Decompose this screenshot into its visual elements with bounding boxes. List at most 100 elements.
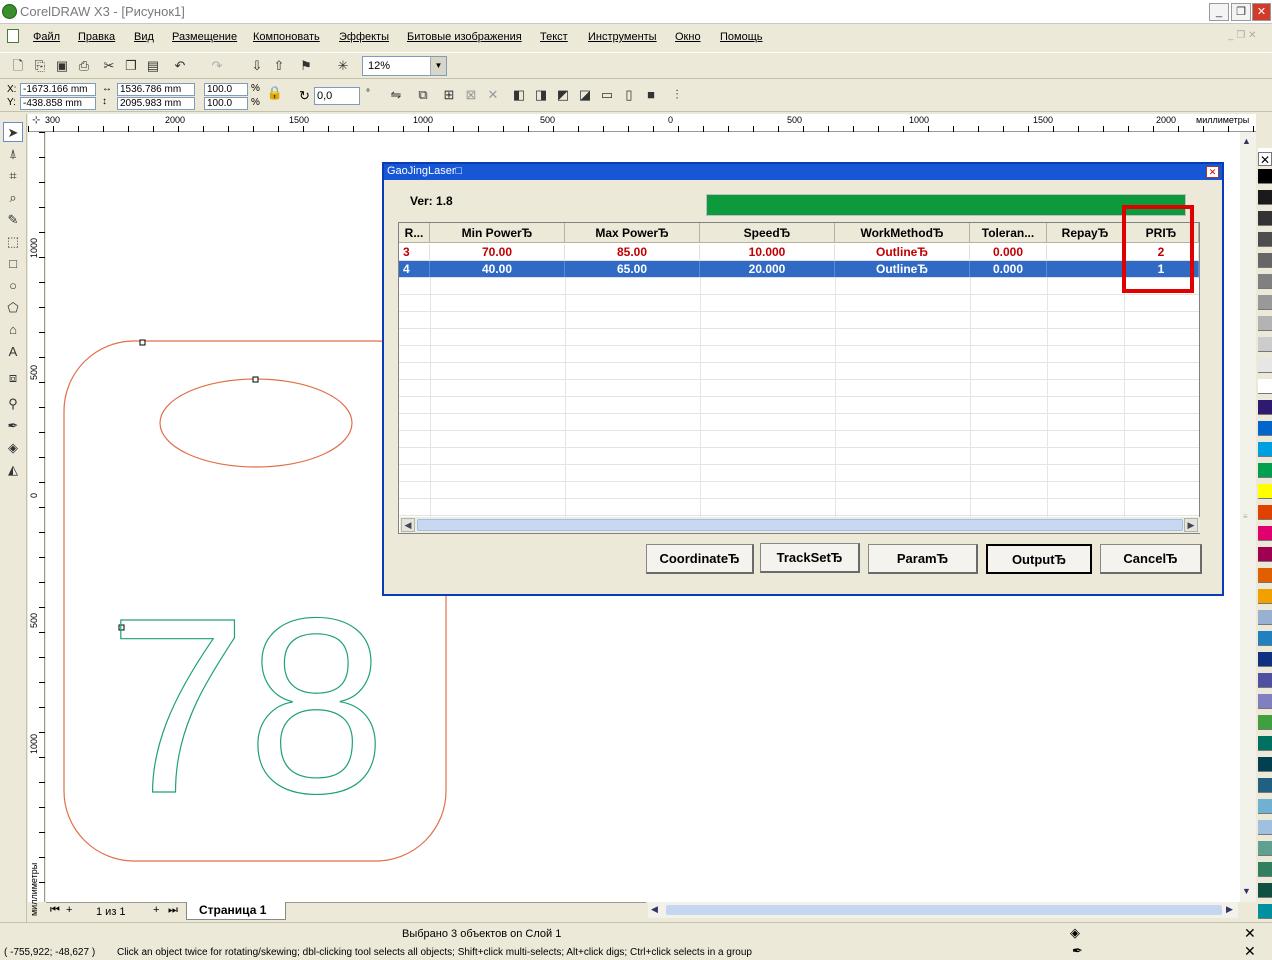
palette-swatch[interactable] — [1258, 211, 1272, 226]
palette-swatch[interactable] — [1258, 778, 1272, 793]
copy-icon[interactable]: ❐ — [122, 57, 140, 75]
coreldraw-app-icon[interactable] — [2, 4, 17, 19]
cut-icon[interactable]: ✂ — [100, 57, 118, 75]
mirror-icon[interactable]: ⇋ — [387, 86, 405, 104]
eyedropper-icon[interactable]: ⚲ — [3, 394, 23, 414]
y-position-field[interactable]: -438.858 mm — [20, 97, 96, 110]
zoom-tool-icon[interactable]: ⌕ — [3, 188, 23, 208]
menu-edit[interactable]: Правка — [78, 31, 115, 43]
page-tab[interactable]: Страница 1 — [186, 902, 286, 920]
back-minus-front-icon[interactable]: ▯ — [620, 86, 638, 104]
export-icon[interactable]: ⇧ — [270, 57, 288, 75]
palette-swatch[interactable] — [1258, 547, 1272, 562]
object-height-field[interactable]: 2095.983 mm — [117, 97, 195, 110]
minimize-button[interactable]: _ — [1209, 3, 1229, 21]
smart-fill-icon[interactable]: ⬚ — [3, 232, 23, 252]
import-icon[interactable]: ⇩ — [248, 57, 266, 75]
interactive-fill-icon[interactable]: ◭ — [3, 460, 23, 480]
column-header[interactable]: Min PowerЂ — [430, 223, 565, 243]
redo-icon[interactable]: ↷ — [208, 57, 226, 75]
palette-swatch[interactable] — [1258, 232, 1272, 247]
trim-icon[interactable]: ◨ — [532, 86, 550, 104]
paste-icon[interactable]: ▤ — [144, 57, 162, 75]
weld-icon[interactable]: ◧ — [510, 86, 528, 104]
menu-layout[interactable]: Размещение — [172, 31, 237, 43]
vertical-scrollbar[interactable]: ▲ ≡ ▼ — [1240, 132, 1256, 902]
dialog-title-bar[interactable]: GaoJingLaser□ ✕ — [384, 164, 1222, 180]
table-row[interactable]: 3 70.00 85.00 10.000 OutlineЂ 0.000 2 — [399, 244, 1199, 261]
add-page-after-icon[interactable]: + — [153, 904, 159, 916]
menu-window[interactable]: Окно — [675, 31, 701, 43]
palette-swatch[interactable] — [1258, 169, 1272, 184]
coordinate-button[interactable]: CoordinateЂ — [646, 544, 754, 574]
palette-swatch[interactable] — [1258, 568, 1272, 583]
scroll-thumb[interactable] — [417, 519, 1183, 531]
doc-window-controls[interactable]: _ ❐ ✕ — [1228, 30, 1256, 41]
param-button[interactable]: ParamЂ — [868, 544, 978, 574]
x-position-field[interactable]: -1673.166 mm — [20, 83, 96, 96]
last-page-icon[interactable]: ⏭ — [168, 904, 178, 917]
dialog-close-icon[interactable]: ✕ — [1206, 166, 1219, 178]
intersect-icon[interactable]: ◩ — [554, 86, 572, 104]
trackset-button[interactable]: TrackSetЂ — [760, 543, 860, 573]
object-width-field[interactable]: 1536.786 mm — [117, 83, 195, 96]
polygon-tool-icon[interactable]: ⬠ — [3, 298, 23, 318]
group-icon[interactable]: ⧉ — [414, 86, 432, 104]
node-handle[interactable] — [139, 339, 146, 346]
palette-swatch[interactable] — [1258, 358, 1272, 373]
column-header[interactable]: R... — [399, 223, 430, 243]
palette-swatch[interactable] — [1258, 757, 1272, 772]
scale-x-field[interactable]: 100.0 — [204, 83, 248, 96]
vertical-ruler[interactable]: 1000 500 0 500 1000 миллиметры — [28, 132, 45, 916]
palette-swatch[interactable] — [1258, 379, 1272, 394]
interactive-blend-icon[interactable]: ⧈ — [3, 368, 23, 388]
menu-effects[interactable]: Эффекты — [339, 31, 389, 43]
table-row-selected[interactable]: 4 40.00 65.00 20.000 OutlineЂ 0.000 1 — [399, 261, 1199, 278]
ruler-origin-icon[interactable]: ⊹ — [32, 115, 40, 126]
palette-swatch[interactable] — [1258, 526, 1272, 541]
scroll-thumb[interactable]: ≡ — [1243, 512, 1253, 522]
palette-swatch[interactable] — [1258, 400, 1272, 415]
add-page-before-icon[interactable]: + — [66, 904, 72, 916]
palette-swatch[interactable] — [1258, 589, 1272, 604]
palette-swatch[interactable] — [1258, 484, 1272, 499]
output-button[interactable]: OutputЂ — [986, 544, 1092, 574]
close-button[interactable]: ✕ — [1252, 3, 1271, 21]
app-launcher-icon[interactable]: ⚑ — [297, 57, 315, 75]
menu-view[interactable]: Вид — [134, 31, 154, 43]
undo-icon[interactable]: ↶ — [171, 57, 189, 75]
menu-arrange[interactable]: Компоновать — [253, 31, 320, 43]
palette-swatch[interactable] — [1258, 715, 1272, 730]
rotation-angle-field[interactable]: 0,0 — [314, 87, 360, 105]
horizontal-ruler[interactable]: ⊹ 300 2000 1500 1000 500 0 500 1000 1500… — [28, 114, 1256, 132]
ungroup-icon[interactable]: ⊞ — [440, 86, 458, 104]
corel-online-icon[interactable]: ✳ — [334, 57, 352, 75]
new-icon[interactable]: 🗋 — [9, 57, 27, 75]
lock-ratio-icon[interactable]: 🔒 — [266, 84, 284, 102]
column-header[interactable]: Toleran... — [970, 223, 1047, 243]
palette-swatch[interactable] — [1258, 820, 1272, 835]
palette-swatch[interactable] — [1258, 736, 1272, 751]
open-icon[interactable]: ⎘ — [31, 57, 49, 75]
column-header[interactable]: RepayЂ — [1047, 223, 1124, 243]
palette-swatch[interactable] — [1258, 883, 1272, 898]
rectangle-tool-icon[interactable]: □ — [3, 254, 23, 274]
column-header[interactable]: Max PowerЂ — [565, 223, 700, 243]
freehand-tool-icon[interactable]: ✎ — [3, 210, 23, 230]
front-minus-back-icon[interactable]: ▭ — [598, 86, 616, 104]
node-handle[interactable] — [252, 376, 259, 383]
scroll-right-icon[interactable]: ▶ — [1184, 518, 1198, 532]
chevron-down-icon[interactable]: ▼ — [430, 57, 446, 75]
basic-shapes-icon[interactable]: ⌂ — [3, 320, 23, 340]
no-fill-icon[interactable]: ✕ — [1244, 925, 1256, 942]
scroll-thumb[interactable] — [666, 905, 1222, 915]
simplify-icon[interactable]: ◪ — [576, 86, 594, 104]
ungroup-all-icon[interactable]: ⊠ — [462, 86, 480, 104]
print-icon[interactable]: ⎙ — [75, 57, 93, 75]
boundary-icon[interactable]: ■ — [642, 86, 660, 104]
scroll-up-icon[interactable]: ▲ — [1242, 136, 1251, 146]
restore-button[interactable]: ❐ — [1231, 3, 1251, 21]
no-outline-icon[interactable]: ✕ — [1244, 943, 1256, 960]
palette-swatch[interactable] — [1258, 253, 1272, 268]
palette-swatch[interactable] — [1258, 610, 1272, 625]
